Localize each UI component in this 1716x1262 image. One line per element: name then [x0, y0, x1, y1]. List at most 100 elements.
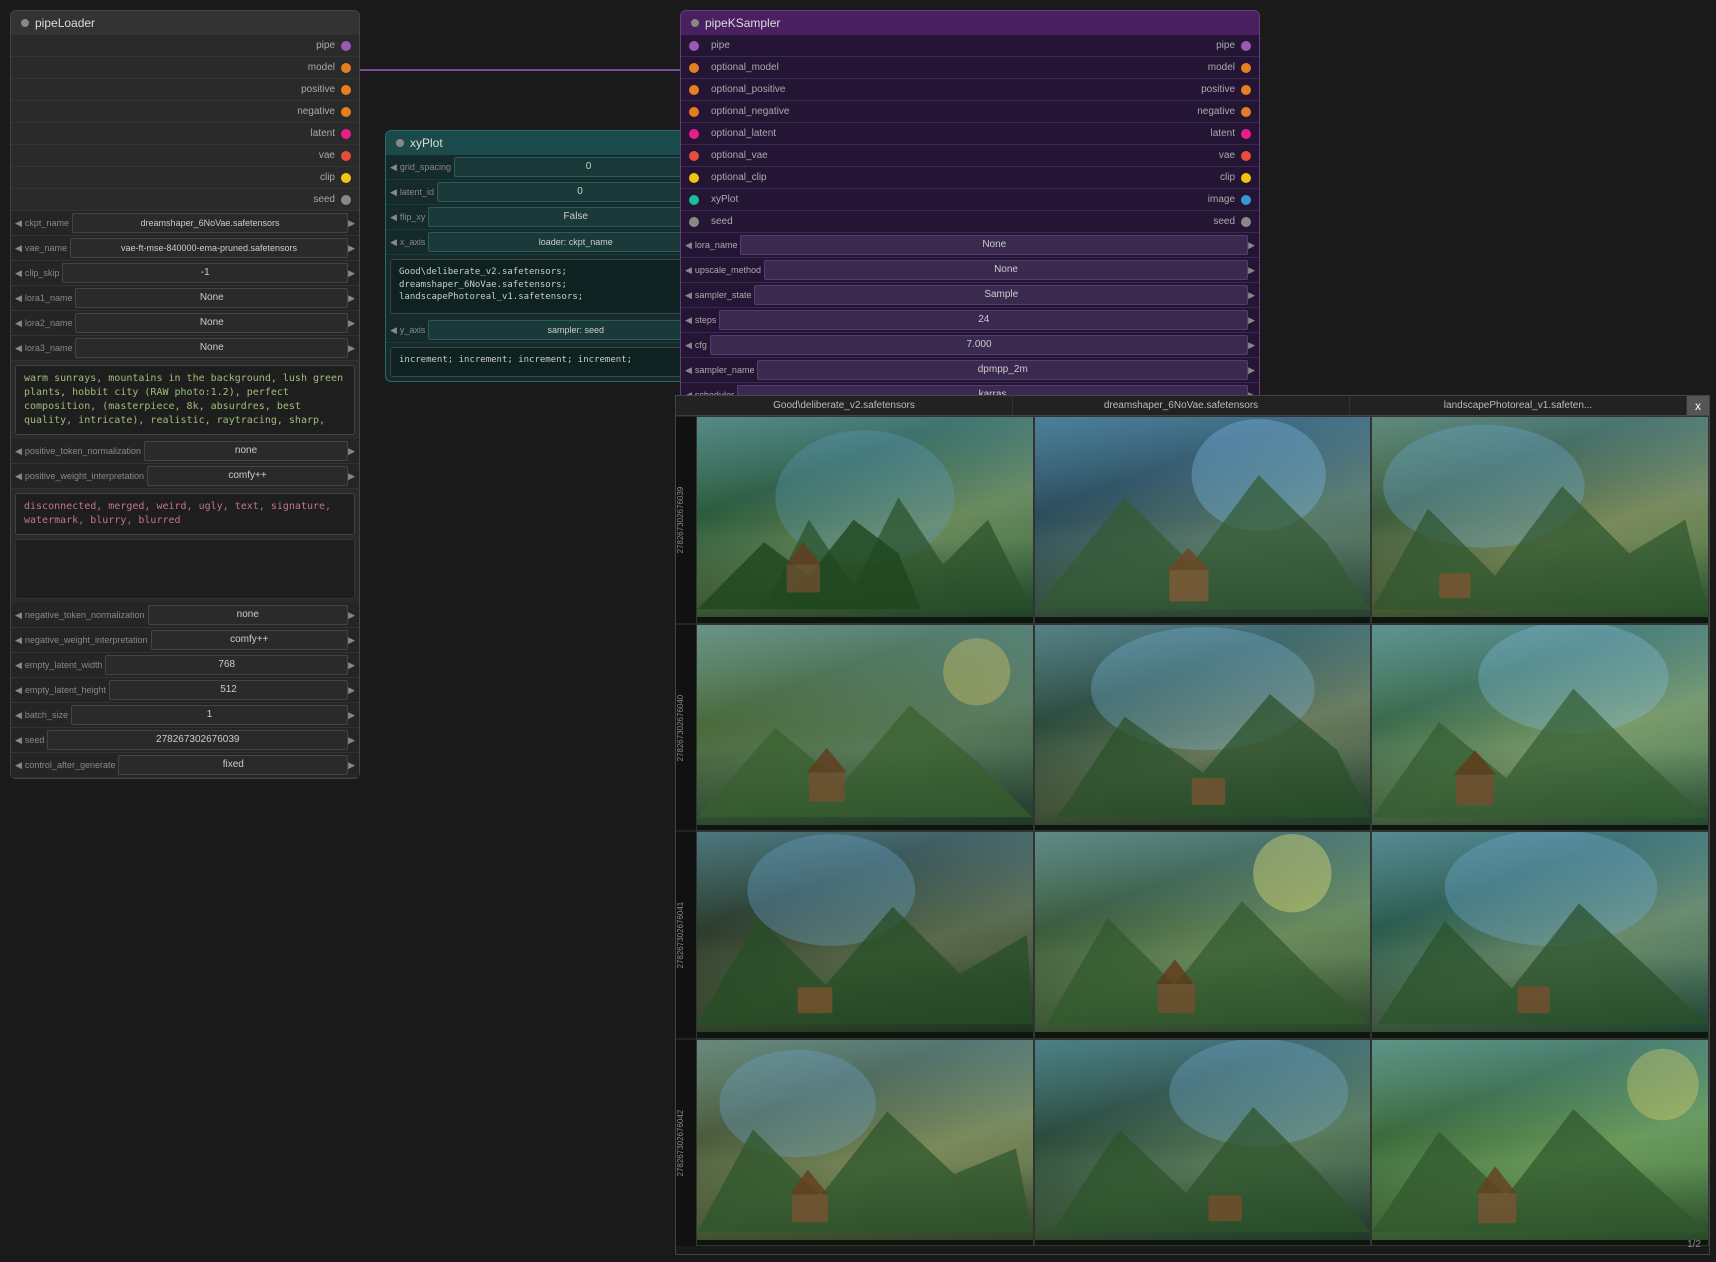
- image-cell-4-2[interactable]: [1034, 1039, 1372, 1247]
- sampler-name-value[interactable]: dpmpp_2m: [757, 360, 1248, 380]
- lora2-value[interactable]: None: [75, 313, 348, 333]
- sampler-state-right-btn[interactable]: ▶: [1248, 290, 1255, 301]
- seed-value[interactable]: 278267302676039: [47, 730, 348, 750]
- model-output-connector[interactable]: [341, 63, 351, 73]
- lora1-right-btn[interactable]: ▶: [348, 293, 355, 304]
- y-values-text[interactable]: increment; increment; increment; increme…: [390, 347, 730, 377]
- x-values-text[interactable]: Good\deliberate_v2.safetensors; dreamsha…: [390, 259, 730, 314]
- neg-weight-left-btn[interactable]: ◀: [15, 635, 22, 646]
- vae-output-connector[interactable]: [341, 151, 351, 161]
- image-cell-1-2[interactable]: [1034, 416, 1372, 624]
- lora3-right-btn[interactable]: ▶: [348, 343, 355, 354]
- ks-seed-output-connector[interactable]: [1241, 217, 1251, 227]
- seed-widget[interactable]: ◀ seed 278267302676039 ▶: [11, 728, 359, 753]
- empty-latent-h-right-btn[interactable]: ▶: [348, 685, 355, 696]
- image-cell-1-1[interactable]: [696, 416, 1034, 624]
- image-cell-4-1[interactable]: [696, 1039, 1034, 1247]
- vae-name-value[interactable]: vae-ft-mse-840000-ema-pruned.safetensors: [70, 238, 348, 258]
- empty-latent-w-widget[interactable]: ◀ empty_latent_width 768 ▶: [11, 653, 359, 678]
- seed-right-btn[interactable]: ▶: [348, 735, 355, 746]
- clip-skip-widget[interactable]: ◀ clip_skip -1 ▶: [11, 261, 359, 286]
- control-after-gen-right-btn[interactable]: ▶: [348, 760, 355, 771]
- lora1-value[interactable]: None: [75, 288, 348, 308]
- ks-image-output-connector[interactable]: [1241, 195, 1251, 205]
- neg-weight-interp-widget[interactable]: ◀ negative_weight_interpretation comfy++…: [11, 628, 359, 653]
- control-after-gen-widget[interactable]: ◀ control_after_generate fixed ▶: [11, 753, 359, 778]
- pos-token-norm-right-btn[interactable]: ▶: [348, 446, 355, 457]
- latent-id-left-btn[interactable]: ◀: [390, 187, 397, 198]
- vae-name-left-btn[interactable]: ◀: [15, 243, 22, 254]
- batch-size-widget[interactable]: ◀ batch_size 1 ▶: [11, 703, 359, 728]
- flip-xy-value[interactable]: False: [428, 207, 723, 227]
- ckpt-name-value[interactable]: dreamshaper_6NoVae.safetensors: [72, 213, 348, 233]
- neg-token-norm-right-btn[interactable]: ▶: [348, 610, 355, 621]
- ks-positive-output-connector[interactable]: [1241, 85, 1251, 95]
- control-after-gen-value[interactable]: fixed: [118, 755, 348, 775]
- control-after-gen-left-btn[interactable]: ◀: [15, 760, 22, 771]
- x-axis-value[interactable]: loader: ckpt_name: [428, 232, 723, 252]
- cfg-widget[interactable]: ◀ cfg 7.000 ▶: [681, 333, 1259, 358]
- x-axis-left-btn[interactable]: ◀: [390, 237, 397, 248]
- pos-token-norm-widget[interactable]: ◀ positive_token_normalization none ▶: [11, 439, 359, 464]
- image-cell-4-3[interactable]: [1371, 1039, 1709, 1247]
- steps-left-btn[interactable]: ◀: [685, 315, 692, 326]
- lora-name-value[interactable]: None: [740, 235, 1248, 255]
- pos-token-norm-value[interactable]: none: [144, 441, 348, 461]
- ks-opt-positive-input-connector[interactable]: [689, 85, 699, 95]
- seed-output-connector[interactable]: [341, 195, 351, 205]
- neg-weight-right-btn[interactable]: ▶: [348, 635, 355, 646]
- clip-skip-right-btn[interactable]: ▶: [348, 268, 355, 279]
- lora3-left-btn[interactable]: ◀: [15, 343, 22, 354]
- empty-latent-h-value[interactable]: 512: [109, 680, 348, 700]
- batch-size-left-btn[interactable]: ◀: [15, 710, 22, 721]
- steps-widget[interactable]: ◀ steps 24 ▶: [681, 308, 1259, 333]
- empty-latent-w-left-btn[interactable]: ◀: [15, 660, 22, 671]
- sampler-state-widget[interactable]: ◀ sampler_state Sample ▶: [681, 283, 1259, 308]
- image-cell-3-3[interactable]: [1371, 831, 1709, 1039]
- pos-weight-left-btn[interactable]: ◀: [15, 471, 22, 482]
- ks-clip-output-connector[interactable]: [1241, 173, 1251, 183]
- ks-pipe-input-connector[interactable]: [689, 41, 699, 51]
- empty-latent-w-right-btn[interactable]: ▶: [348, 660, 355, 671]
- steps-right-btn[interactable]: ▶: [1248, 315, 1255, 326]
- ks-opt-clip-input-connector[interactable]: [689, 173, 699, 183]
- seed-left-btn[interactable]: ◀: [15, 735, 22, 746]
- sampler-state-value[interactable]: Sample: [754, 285, 1248, 305]
- cfg-value[interactable]: 7.000: [710, 335, 1248, 355]
- ckpt-name-left-btn[interactable]: ◀: [15, 218, 22, 229]
- batch-size-right-btn[interactable]: ▶: [348, 710, 355, 721]
- lora2-left-btn[interactable]: ◀: [15, 318, 22, 329]
- lora-name-left-btn[interactable]: ◀: [685, 240, 692, 251]
- ks-seed-input-connector[interactable]: [689, 217, 699, 227]
- flip-xy-left-btn[interactable]: ◀: [390, 212, 397, 223]
- empty-latent-h-left-btn[interactable]: ◀: [15, 685, 22, 696]
- lora1-left-btn[interactable]: ◀: [15, 293, 22, 304]
- upscale-method-left-btn[interactable]: ◀: [685, 265, 692, 276]
- ks-model-output-connector[interactable]: [1241, 63, 1251, 73]
- ckpt-name-right-btn[interactable]: ▶: [348, 218, 355, 229]
- steps-value[interactable]: 24: [719, 310, 1248, 330]
- clip-skip-left-btn[interactable]: ◀: [15, 268, 22, 279]
- ks-opt-model-input-connector[interactable]: [689, 63, 699, 73]
- clip-output-connector[interactable]: [341, 173, 351, 183]
- image-panel-close-btn[interactable]: x: [1687, 396, 1709, 415]
- latent-output-connector[interactable]: [341, 129, 351, 139]
- pipe-output-connector[interactable]: [341, 41, 351, 51]
- image-cell-3-2[interactable]: [1034, 831, 1372, 1039]
- ks-negative-output-connector[interactable]: [1241, 107, 1251, 117]
- lora2-widget[interactable]: ◀ lora2_name None ▶: [11, 311, 359, 336]
- pos-weight-right-btn[interactable]: ▶: [348, 471, 355, 482]
- ks-opt-negative-input-connector[interactable]: [689, 107, 699, 117]
- upscale-method-right-btn[interactable]: ▶: [1248, 265, 1255, 276]
- image-cell-2-3[interactable]: [1371, 624, 1709, 832]
- neg-weight-value[interactable]: comfy++: [151, 630, 349, 650]
- y-axis-left-btn[interactable]: ◀: [390, 325, 397, 336]
- vae-name-right-btn[interactable]: ▶: [348, 243, 355, 254]
- neg-token-norm-left-btn[interactable]: ◀: [15, 610, 22, 621]
- pos-token-norm-left-btn[interactable]: ◀: [15, 446, 22, 457]
- cfg-right-btn[interactable]: ▶: [1248, 340, 1255, 351]
- batch-size-value[interactable]: 1: [71, 705, 348, 725]
- lora-name-widget[interactable]: ◀ lora_name None ▶: [681, 233, 1259, 258]
- ks-vae-output-connector[interactable]: [1241, 151, 1251, 161]
- cfg-left-btn[interactable]: ◀: [685, 340, 692, 351]
